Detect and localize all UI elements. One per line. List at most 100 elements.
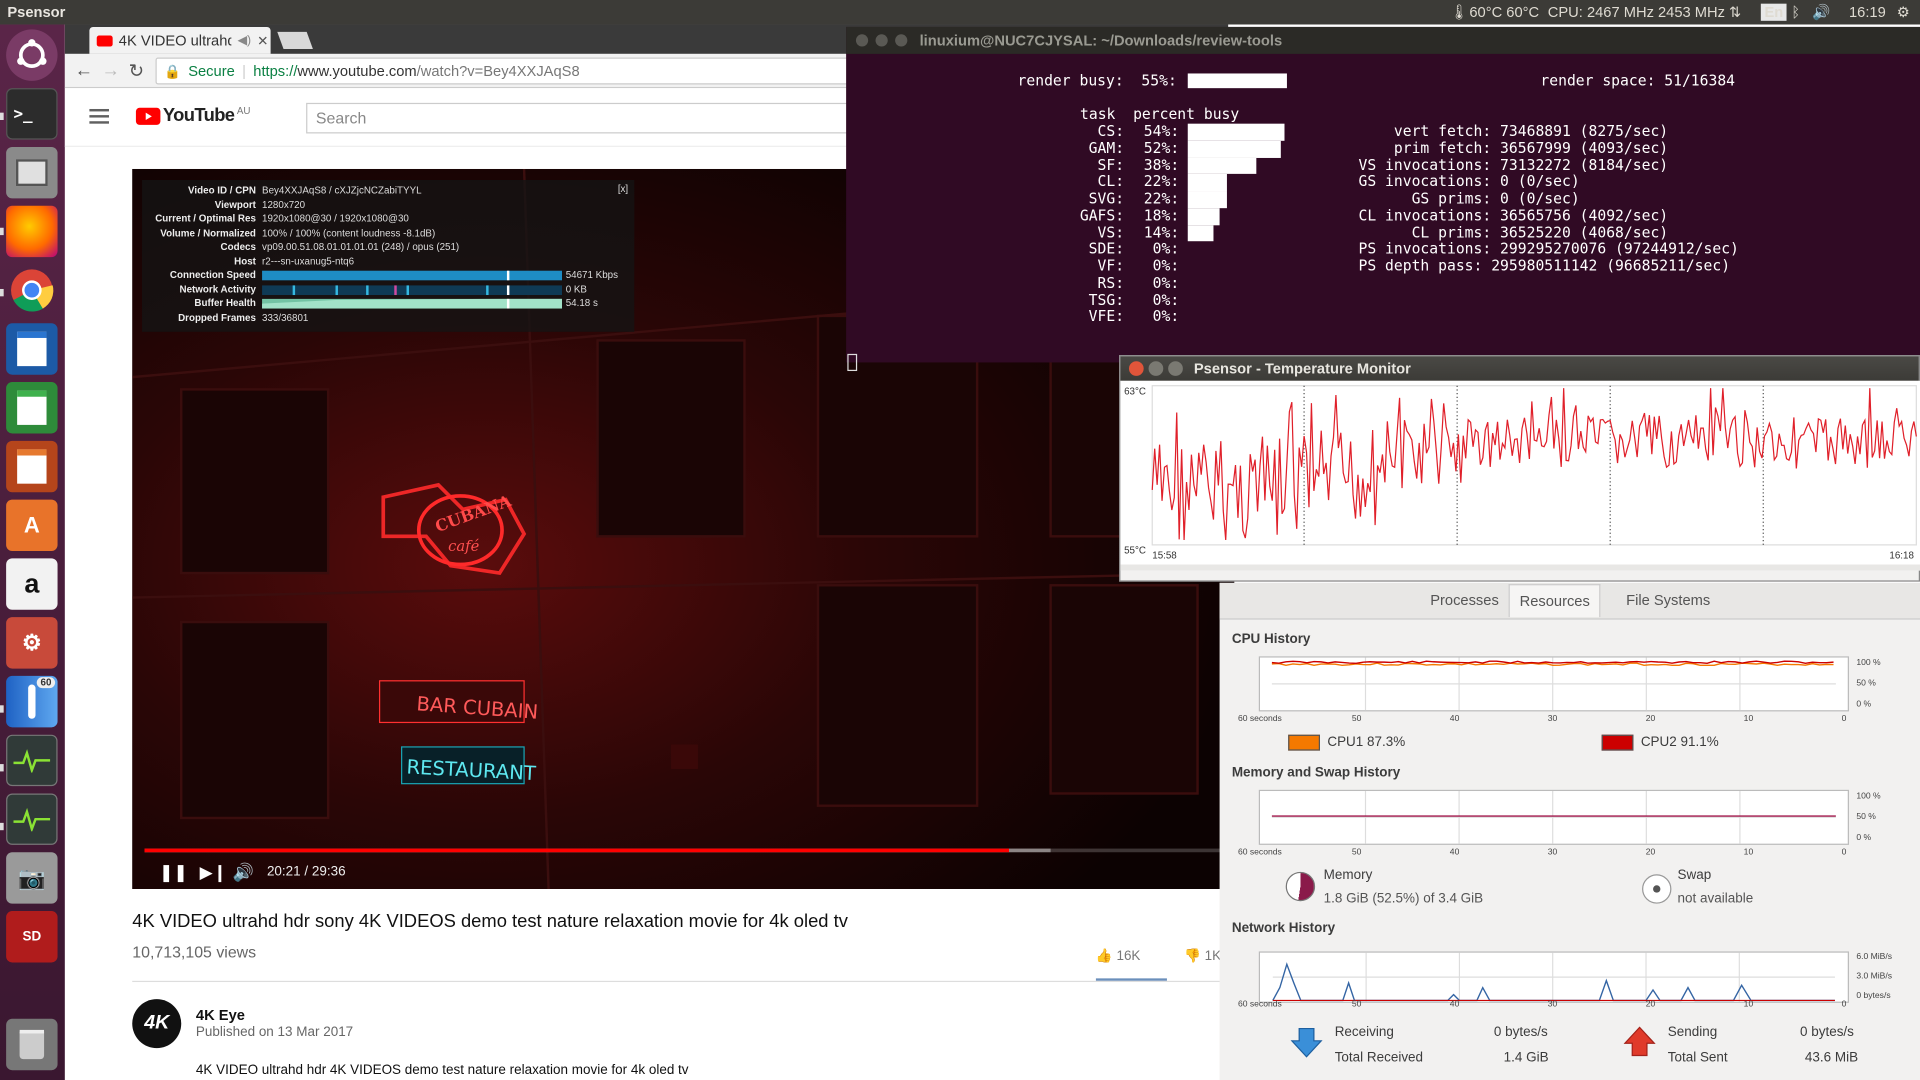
y-tick-label: 50 % [1856, 679, 1876, 689]
swap-pie-icon[interactable] [1642, 874, 1672, 904]
desktop: { "topbar": { "app": "Psensor", "temps":… [0, 0, 1920, 1080]
terminal-output: render busy: 55%: render space: 51/16384… [846, 54, 1920, 372]
task-percent: 0%: [1152, 257, 1180, 275]
files-icon[interactable] [6, 146, 58, 199]
pause-icon[interactable]: ❚❚ [159, 862, 188, 883]
tab-close-icon[interactable]: ✕ [257, 32, 268, 49]
amazon-icon[interactable]: a [6, 558, 58, 610]
psensor-title: Psensor - Temperature Monitor [1193, 360, 1411, 378]
next-icon[interactable]: ▶❙ [200, 862, 228, 883]
minimize-button[interactable] [1148, 361, 1164, 376]
x-tick-label: 60 seconds [1237, 848, 1282, 858]
clock[interactable]: 16:19 [1849, 4, 1886, 21]
stats-close-button[interactable]: [x] [618, 184, 628, 195]
y-tick-label: 50 % [1856, 813, 1876, 822]
ubuntu-dash-icon[interactable] [6, 29, 58, 81]
y-tick-label: 100 % [1856, 792, 1881, 801]
y-tick-label: 3.0 MiB/s [1856, 972, 1893, 981]
x-end-label: 16:18 [1889, 549, 1914, 561]
x-tick-label: 60 seconds [1237, 1000, 1282, 1009]
task-percent: 54%: [1143, 122, 1180, 140]
system-monitor-icon[interactable] [6, 734, 58, 787]
ubuntu-software-icon[interactable]: A [6, 499, 58, 552]
terminal-icon[interactable]: >_ [6, 88, 58, 140]
stat-row: Video ID / CPN Bey4XXJAqS8 / cXJZjcNCZabi… [142, 184, 634, 198]
reload-icon[interactable]: ↻ [129, 60, 144, 82]
bluetooth-icon[interactable]: ᛒ [1791, 4, 1800, 21]
browser-tab[interactable]: 4K VIDEO ultrahd ◀) ✕ [89, 26, 271, 54]
render-space: render space: 51/16384 [1540, 72, 1736, 90]
trash-icon[interactable] [6, 1018, 58, 1071]
task-percent: 0%: [1152, 307, 1180, 325]
tab-resources[interactable]: Resources [1508, 584, 1601, 618]
x-tick-label: 10 [1743, 1000, 1754, 1009]
volume-icon[interactable]: 🔊 [1812, 4, 1830, 21]
running-pip [0, 764, 4, 772]
gpu-counter: CL prims: 36525220 (4068/sec) [1340, 223, 1669, 241]
url-path: /watch?v=Bey4XXJAqS8 [416, 62, 580, 80]
stat-row: Current / Optimal Res 1920x1080@30 / 1920… [142, 212, 634, 226]
new-tab-button[interactable] [277, 31, 313, 49]
stat-value: vp09.00.51.08.01.01.01.01 (248) / opus (… [262, 241, 460, 253]
tab-file-systems[interactable]: File Systems [1616, 591, 1720, 608]
system-settings-icon[interactable]: ⚙ [6, 617, 58, 669]
task-percent: 0%: [1152, 290, 1180, 308]
network-activity-graph [262, 284, 563, 295]
network-arrows-icon[interactable]: ⇅ [1729, 4, 1741, 21]
channel-avatar[interactable]: 4K [132, 999, 182, 1049]
menu-hamburger-icon[interactable] [89, 108, 109, 124]
screenshot-camera-icon[interactable]: 📷 [6, 852, 58, 904]
progress-bar[interactable] [144, 848, 1235, 853]
render-busy-label: render busy: 55%: [1017, 72, 1177, 90]
x-tick-label: 20 [1645, 848, 1656, 858]
maximize-button[interactable] [1168, 361, 1183, 376]
dislike-button[interactable]: 👎 1K [1184, 948, 1221, 981]
channel-name[interactable]: 4K Eye [196, 1007, 245, 1024]
x-tick-label: 50 [1351, 715, 1362, 724]
x-tick-label: 20 [1645, 715, 1656, 724]
total-received-value: 1.4 GiB [1503, 1050, 1549, 1066]
url-host: www.youtube.com [297, 62, 417, 80]
libreoffice-calc-icon[interactable] [6, 382, 58, 434]
tab-processes[interactable]: Processes [1420, 591, 1508, 608]
x-tick-label: 40 [1449, 715, 1460, 724]
minimize-button[interactable] [875, 34, 888, 47]
terminal-window: linuxium@NUC7CJYSAL: ~/Downloads/review-… [846, 26, 1920, 372]
libreoffice-writer-icon[interactable] [6, 323, 58, 375]
psensor-window: Psensor - Temperature Monitor 63°C 55°C … [1119, 355, 1920, 582]
libreoffice-impress-icon[interactable] [6, 440, 58, 493]
x-tick-label: 50 [1351, 1000, 1362, 1009]
cpu-frequency-indicator[interactable]: CPU: 2467 MHz 2453 MHz [1548, 4, 1725, 21]
forward-arrow-icon[interactable]: → [102, 60, 120, 81]
temperature-indicator[interactable]: 60°C 60°C [1469, 4, 1539, 21]
cpu1-color-swatch[interactable] [1288, 734, 1321, 751]
thermometer-icon[interactable]: 🌡 [1450, 4, 1469, 21]
close-button[interactable] [1128, 361, 1144, 376]
volume-icon[interactable]: 🔊 [233, 862, 254, 883]
receiving-label: Receiving [1334, 1024, 1394, 1040]
cpu2-color-swatch[interactable] [1601, 734, 1634, 751]
chrome-icon[interactable] [6, 264, 57, 315]
youtube-logo[interactable]: YouTube AU [135, 105, 250, 126]
sending-rate: 0 bytes/s [1800, 1024, 1854, 1040]
memory-pie-icon[interactable] [1285, 871, 1316, 902]
firefox-icon[interactable] [6, 205, 58, 258]
sd-card-icon[interactable]: SD [6, 911, 58, 963]
keyboard-layout-indicator[interactable]: En [1760, 3, 1787, 21]
gpu-counter: GS invocations: 0 (0/sec) [1340, 172, 1580, 191]
task-percent: 0%: [1152, 273, 1180, 292]
system-monitor-icon-2[interactable] [6, 793, 58, 845]
stat-key: Viewport [214, 198, 256, 211]
back-arrow-icon[interactable]: ← [75, 60, 93, 81]
memory-history-title: Memory and Swap History [1231, 765, 1401, 781]
close-button[interactable] [855, 34, 869, 47]
like-count: 16K [1116, 948, 1141, 964]
search-input[interactable]: Search [306, 102, 858, 134]
maximize-button[interactable] [895, 34, 908, 47]
psensor-icon[interactable]: 60 [6, 675, 58, 728]
power-gear-icon[interactable]: ⚙ [1897, 4, 1910, 21]
cpu1-label: CPU1 [1327, 735, 1364, 750]
like-button[interactable]: 👍 16K [1095, 948, 1167, 981]
sign-cafe: café [448, 538, 479, 555]
stat-key: Codecs [220, 241, 256, 253]
